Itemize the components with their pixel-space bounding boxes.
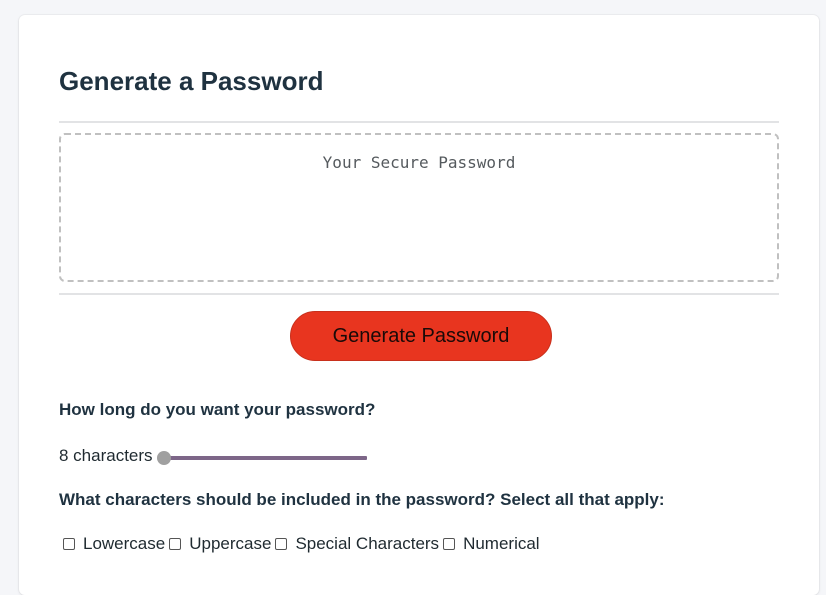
password-generator-card: Generate a Password Generate Password Ho… xyxy=(19,15,819,595)
length-slider[interactable] xyxy=(156,450,367,466)
slider-thumb[interactable] xyxy=(156,451,171,465)
option-special-characters[interactable]: Special Characters xyxy=(275,534,443,554)
slider-track[interactable] xyxy=(160,456,367,460)
uppercase-checkbox[interactable] xyxy=(169,538,182,550)
numerical-label[interactable]: Numerical xyxy=(463,534,540,554)
length-question-label: How long do you want your password? xyxy=(59,400,376,419)
numerical-checkbox[interactable] xyxy=(443,538,456,550)
length-value-text: 8 characters xyxy=(59,446,153,465)
lowercase-checkbox[interactable] xyxy=(63,538,75,550)
password-output-textarea[interactable] xyxy=(59,133,779,282)
generate-password-button[interactable]: Generate Password xyxy=(290,311,552,361)
character-options-row: Lowercase Uppercase Special Characters N… xyxy=(63,534,544,554)
character-types-question-label: What characters should be included in th… xyxy=(59,490,665,509)
special-characters-checkbox[interactable] xyxy=(275,538,288,550)
lowercase-label[interactable]: Lowercase xyxy=(83,534,165,554)
length-row: 8 characters xyxy=(59,445,367,467)
top-divider xyxy=(59,121,779,123)
option-uppercase[interactable]: Uppercase xyxy=(169,534,275,554)
card-title: Generate a Password xyxy=(59,66,324,96)
uppercase-label[interactable]: Uppercase xyxy=(189,534,271,554)
option-lowercase[interactable]: Lowercase xyxy=(63,534,169,554)
option-numerical[interactable]: Numerical xyxy=(443,534,544,554)
special-characters-label[interactable]: Special Characters xyxy=(295,534,439,554)
bottom-divider xyxy=(59,293,779,295)
